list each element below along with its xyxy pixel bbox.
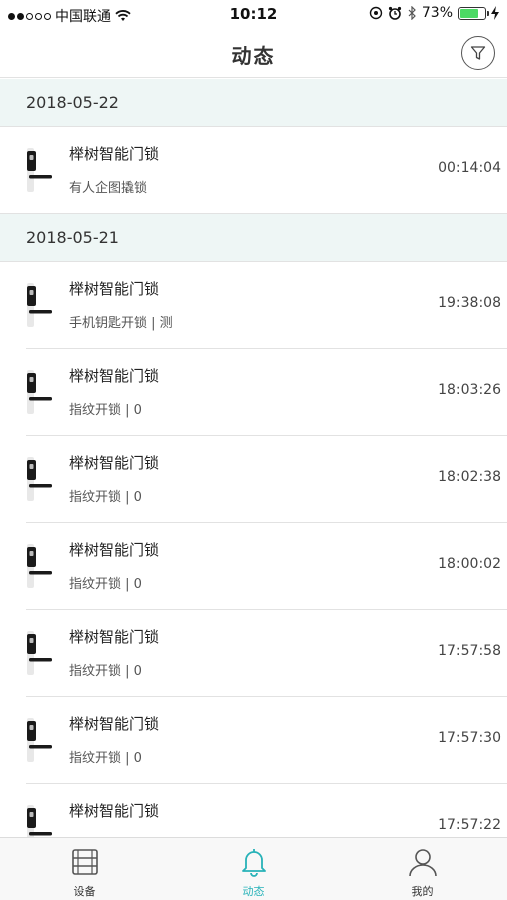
door-lock-icon <box>27 631 52 675</box>
tab-mine-label: 我的 <box>411 885 434 898</box>
bell-icon <box>242 849 266 877</box>
item-time: 18:03:26 <box>438 382 501 398</box>
item-title: 榉树智能门锁 <box>69 280 160 298</box>
charging-icon <box>491 6 499 20</box>
tab-device[interactable]: 设备 <box>0 838 169 900</box>
list-item[interactable]: 榉树智能门锁 17:57:22 <box>26 784 507 837</box>
item-title: 榉树智能门锁 <box>69 715 160 733</box>
door-lock-icon <box>27 805 52 837</box>
activity-list[interactable]: 2018-05-22 榉树智能门锁 有人企图撬锁 00:14:04 2018-05-21… <box>0 79 507 837</box>
page-title: 动态 <box>231 44 276 68</box>
filter-button[interactable] <box>461 36 495 70</box>
location-icon <box>369 6 383 20</box>
date-header: 2018-05-22 <box>0 79 507 127</box>
tab-device-label: 设备 <box>73 885 96 898</box>
item-title: 榉树智能门锁 <box>69 367 160 385</box>
bluetooth-icon <box>408 6 416 20</box>
tab-bar: 设备 动态 我的 <box>0 837 507 900</box>
item-time: 17:57:58 <box>438 643 501 659</box>
door-lock-icon <box>27 457 52 501</box>
item-subtitle: 手机钥匙开锁 | 测 <box>69 316 173 331</box>
list-item[interactable]: 榉树智能门锁 指纹开锁 | 0 18:02:38 <box>26 436 507 523</box>
alarm-icon <box>388 6 401 20</box>
item-title: 榉树智能门锁 <box>69 541 160 559</box>
filter-icon <box>470 46 486 60</box>
item-title: 榉树智能门锁 <box>69 628 160 646</box>
tab-activity-label: 动态 <box>242 885 265 898</box>
tab-mine[interactable]: 我的 <box>338 838 507 900</box>
status-bar: 中国联通 10:12 73% <box>0 0 507 30</box>
tab-activity[interactable]: 动态 <box>169 838 338 900</box>
user-icon <box>409 849 437 877</box>
list-item[interactable]: 榉树智能门锁 指纹开锁 | 0 18:03:26 <box>26 349 507 436</box>
battery-fill <box>460 8 478 18</box>
item-time: 18:02:38 <box>438 469 501 485</box>
item-subtitle: 指纹开锁 | 0 <box>69 751 142 766</box>
item-subtitle: 指纹开锁 | 0 <box>69 577 142 592</box>
list-item[interactable]: 榉树智能门锁 手机钥匙开锁 | 测 19:38:08 <box>26 262 507 349</box>
door-lock-icon <box>27 544 52 588</box>
door-lock-icon <box>27 283 52 327</box>
list-item[interactable]: 榉树智能门锁 指纹开锁 | 0 17:57:30 <box>26 697 507 784</box>
item-time: 00:14:04 <box>438 160 501 176</box>
item-subtitle: 指纹开锁 | 0 <box>69 664 142 679</box>
battery-percent: 73% <box>421 5 453 21</box>
door-lock-icon <box>27 148 52 192</box>
item-title: 榉树智能门锁 <box>69 454 160 472</box>
battery-icon <box>458 6 489 20</box>
item-time: 18:00:02 <box>438 556 501 572</box>
app-screen: 中国联通 10:12 73% 动态 2018-05-22 榉树智能门锁 有人企图… <box>0 0 507 900</box>
item-subtitle: 有人企图撬锁 <box>69 181 148 196</box>
item-subtitle: 指纹开锁 | 0 <box>69 490 142 505</box>
list-item[interactable]: 榉树智能门锁 指纹开锁 | 0 17:57:58 <box>26 610 507 697</box>
list-item[interactable]: 榉树智能门锁 有人企图撬锁 00:14:04 <box>0 127 507 214</box>
device-icon <box>72 849 98 875</box>
nav-bar: 动态 <box>0 30 507 78</box>
door-lock-icon <box>27 370 52 414</box>
item-title: 榉树智能门锁 <box>69 145 160 163</box>
list-item[interactable]: 榉树智能门锁 指纹开锁 | 0 18:00:02 <box>26 523 507 610</box>
item-title: 榉树智能门锁 <box>69 802 160 820</box>
status-right: 73% <box>369 5 499 21</box>
item-time: 17:57:22 <box>438 817 501 833</box>
item-time: 19:38:08 <box>438 295 501 311</box>
door-lock-icon <box>27 718 52 762</box>
item-subtitle: 指纹开锁 | 0 <box>69 403 142 418</box>
item-time: 17:57:30 <box>438 730 501 746</box>
date-header: 2018-05-21 <box>0 214 507 262</box>
